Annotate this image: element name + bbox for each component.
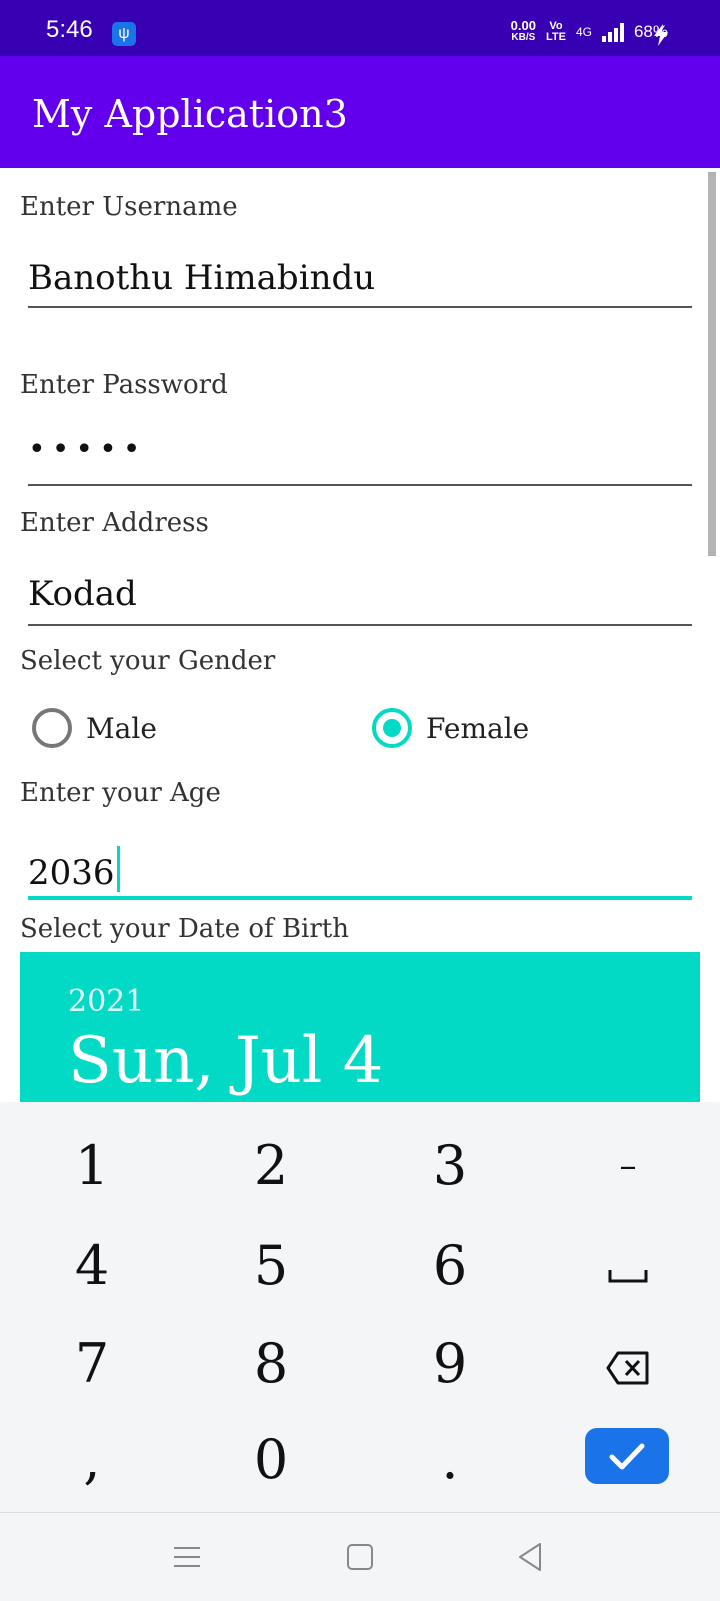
- age-field[interactable]: 2036: [28, 846, 692, 900]
- app-bar: My Application3: [0, 56, 720, 168]
- password-label: Enter Password: [20, 370, 228, 400]
- password-field[interactable]: •••••: [28, 432, 692, 486]
- network-speed: 0.00 KB/S: [510, 18, 536, 43]
- key-8[interactable]: 8: [201, 1324, 341, 1404]
- navigation-bar: [0, 1512, 720, 1601]
- usb-icon: ψ: [112, 22, 136, 46]
- menu-icon[interactable]: [170, 1539, 206, 1575]
- radio-female[interactable]: Female: [372, 708, 529, 748]
- numeric-keyboard: 1 2 3 – 4 5 6 7 8 9 , 0 .: [0, 1102, 720, 1512]
- key-space[interactable]: [558, 1226, 698, 1306]
- key-7[interactable]: 7: [22, 1324, 162, 1404]
- key-comma[interactable]: ,: [22, 1420, 162, 1500]
- scrollbar[interactable]: [708, 172, 716, 556]
- radio-male-label: Male: [86, 711, 157, 745]
- key-9[interactable]: 9: [380, 1324, 520, 1404]
- date-picker-year[interactable]: 2021: [68, 984, 144, 1019]
- key-1[interactable]: 1: [22, 1126, 162, 1206]
- back-triangle-icon[interactable]: [512, 1539, 548, 1575]
- key-2[interactable]: 2: [201, 1126, 341, 1206]
- status-indicators: 0.00 KB/S Vo LTE 4G 68%: [510, 18, 668, 44]
- dob-label: Select your Date of Birth: [20, 914, 349, 944]
- space-icon: [608, 1270, 648, 1283]
- key-6[interactable]: 6: [380, 1226, 520, 1306]
- username-value: Banothu Himabindu: [28, 258, 376, 298]
- address-label: Enter Address: [20, 508, 209, 538]
- radio-unchecked-icon: [32, 708, 72, 748]
- address-field[interactable]: Kodad: [28, 574, 692, 626]
- volte-indicator: Vo LTE: [545, 20, 566, 43]
- key-3[interactable]: 3: [380, 1126, 520, 1206]
- username-label: Enter Username: [20, 192, 238, 222]
- status-bar: 5:46 ψ 0.00 KB/S Vo LTE 4G 68%: [0, 0, 720, 56]
- radio-checked-icon: [372, 708, 412, 748]
- age-label: Enter your Age: [20, 778, 221, 808]
- status-time: 5:46: [46, 16, 93, 43]
- text-cursor: [116, 846, 120, 892]
- radio-male[interactable]: Male: [32, 708, 157, 748]
- app-title: My Application3: [32, 92, 348, 136]
- date-picker-date[interactable]: Sun, Jul 4: [68, 1024, 383, 1098]
- key-period[interactable]: .: [380, 1420, 520, 1500]
- key-backspace[interactable]: [558, 1324, 698, 1404]
- charging-bolt-icon: [654, 24, 668, 46]
- key-minus[interactable]: –: [558, 1126, 698, 1206]
- radio-female-label: Female: [426, 711, 530, 745]
- key-4[interactable]: 4: [22, 1226, 162, 1306]
- age-value: 2036: [28, 853, 115, 893]
- password-value: •••••: [28, 432, 147, 467]
- checkmark-icon: [609, 1443, 645, 1470]
- backspace-icon: [606, 1351, 649, 1385]
- gender-label: Select your Gender: [20, 646, 276, 676]
- key-0[interactable]: 0: [201, 1420, 341, 1500]
- home-square-icon[interactable]: [342, 1539, 378, 1575]
- key-5[interactable]: 5: [201, 1226, 341, 1306]
- key-done[interactable]: [585, 1428, 669, 1484]
- username-field[interactable]: Banothu Himabindu: [28, 258, 692, 308]
- network-type: 4G: [575, 25, 592, 39]
- date-picker-header: 2021 Sun, Jul 4: [20, 952, 700, 1102]
- signal-icon: [601, 22, 624, 42]
- address-value: Kodad: [28, 574, 137, 614]
